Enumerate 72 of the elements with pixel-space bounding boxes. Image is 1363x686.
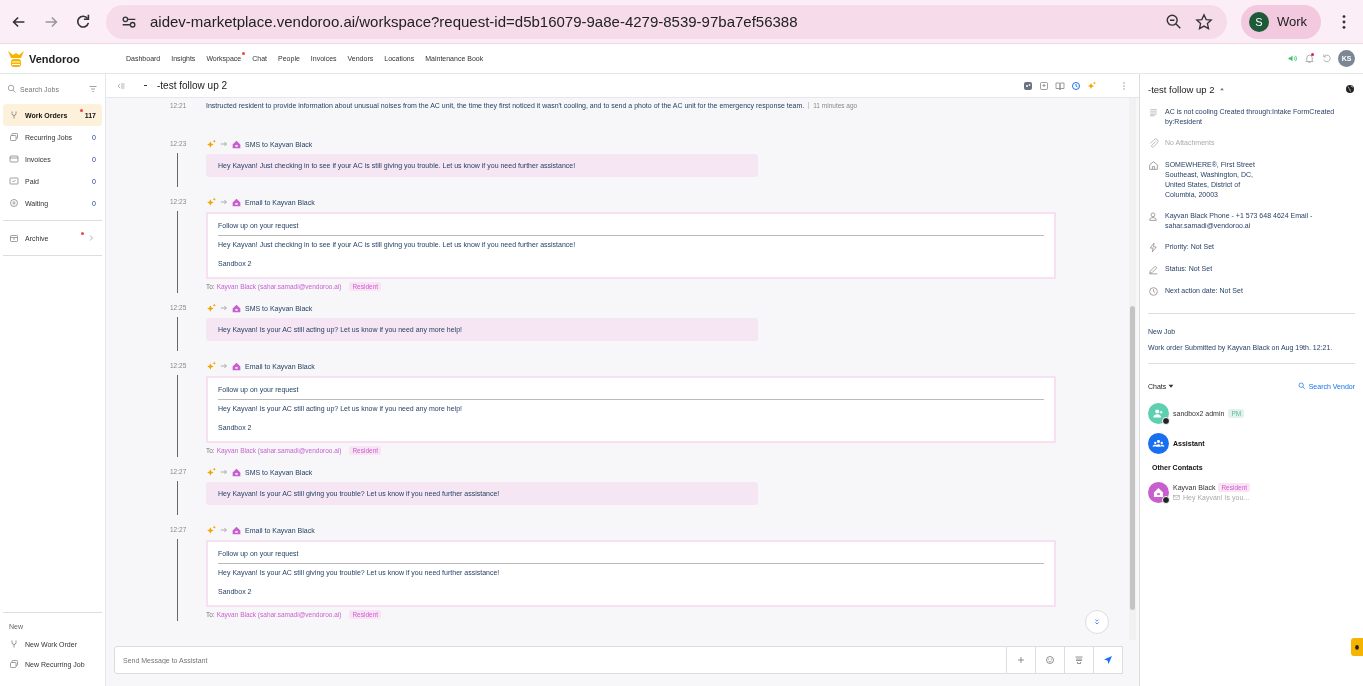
search-icon <box>1297 382 1306 390</box>
template-icon <box>1074 655 1084 665</box>
wrench-icon <box>9 639 19 649</box>
arrow-icon <box>220 198 228 206</box>
dash-icon <box>144 85 147 86</box>
wrench-icon <box>9 110 19 120</box>
house-icon <box>231 196 242 208</box>
house-icon <box>231 466 242 478</box>
job-title: -test follow up 2 <box>1148 83 1215 95</box>
pause-icon <box>9 198 19 208</box>
paperclip-icon <box>1148 138 1159 149</box>
add-button[interactable] <box>1007 646 1036 674</box>
card-icon <box>9 154 19 164</box>
plus-icon <box>1016 655 1026 665</box>
reload-icon[interactable] <box>74 12 92 31</box>
profile-button[interactable]: S Work <box>1240 4 1321 39</box>
clock-icon <box>1148 286 1159 297</box>
job-title: -test follow up 2 <box>157 80 228 91</box>
globe-icon[interactable] <box>1345 84 1355 94</box>
add-note-icon[interactable] <box>1039 80 1049 91</box>
star-icon[interactable] <box>1194 12 1213 31</box>
emoji-button[interactable] <box>1036 646 1065 674</box>
zoom-icon[interactable] <box>1164 12 1183 31</box>
lightning-icon <box>1148 242 1159 253</box>
sparkle-icon <box>206 360 217 372</box>
house-icon <box>1148 160 1159 171</box>
book-icon[interactable] <box>1055 80 1065 91</box>
bell-icon[interactable] <box>1304 53 1315 64</box>
speaker-icon[interactable] <box>1287 53 1298 64</box>
smiley-icon <box>1045 655 1055 665</box>
pencil-icon <box>1148 264 1159 275</box>
send-button[interactable] <box>1094 646 1123 674</box>
filter-icon[interactable] <box>88 84 98 94</box>
bug-icon <box>1353 643 1361 651</box>
sparkle-icon <box>1087 80 1097 91</box>
stack-icon <box>9 132 19 142</box>
bug-report-button[interactable] <box>1351 638 1363 656</box>
scrollbar[interactable] <box>1129 98 1136 640</box>
search-icon <box>7 84 17 94</box>
clock-icon[interactable] <box>1071 80 1081 91</box>
arrow-icon <box>220 362 228 370</box>
house-icon <box>231 360 242 372</box>
text-icon <box>1148 107 1159 118</box>
refresh-icon[interactable] <box>1321 53 1332 64</box>
arrow-icon <box>220 468 228 476</box>
url-text: aidev-marketplace.vendoroo.ai/workspace?request-id=d5b16079-9a8e-4279-8539-97ba7ef56388 <box>150 13 798 30</box>
collapse-icon[interactable] <box>116 80 126 91</box>
address-bar[interactable]: aidev-marketplace.vendoroo.ai/workspace?request-id=d5b16079-9a8e-4279-8539-97ba7ef56388 <box>106 4 1227 39</box>
logo-icon <box>6 48 26 69</box>
stack-icon <box>9 659 19 669</box>
person-icon <box>1148 211 1159 222</box>
caret-icon <box>1168 383 1175 389</box>
sparkle-icon <box>206 302 217 314</box>
sparkle-icon <box>206 196 217 208</box>
chevrons-down-icon <box>1093 618 1101 626</box>
sparkle-icon <box>206 466 217 478</box>
arrow-icon <box>220 304 228 312</box>
house-icon <box>231 302 242 314</box>
logo-text: Vendoroo <box>29 52 80 65</box>
tool-icon[interactable] <box>1023 80 1033 91</box>
archive-icon <box>9 233 19 243</box>
template-button[interactable] <box>1065 646 1094 674</box>
arrow-icon <box>220 526 228 534</box>
caret-icon[interactable] <box>1218 86 1225 92</box>
sparkle-icon <box>206 138 217 150</box>
house-icon <box>231 138 242 150</box>
arrow-icon <box>220 140 228 148</box>
house-icon <box>231 524 242 536</box>
sparkle-icon <box>206 524 217 536</box>
checkbox-icon <box>9 176 19 186</box>
mail-icon <box>1173 494 1180 501</box>
send-icon <box>1103 655 1113 665</box>
